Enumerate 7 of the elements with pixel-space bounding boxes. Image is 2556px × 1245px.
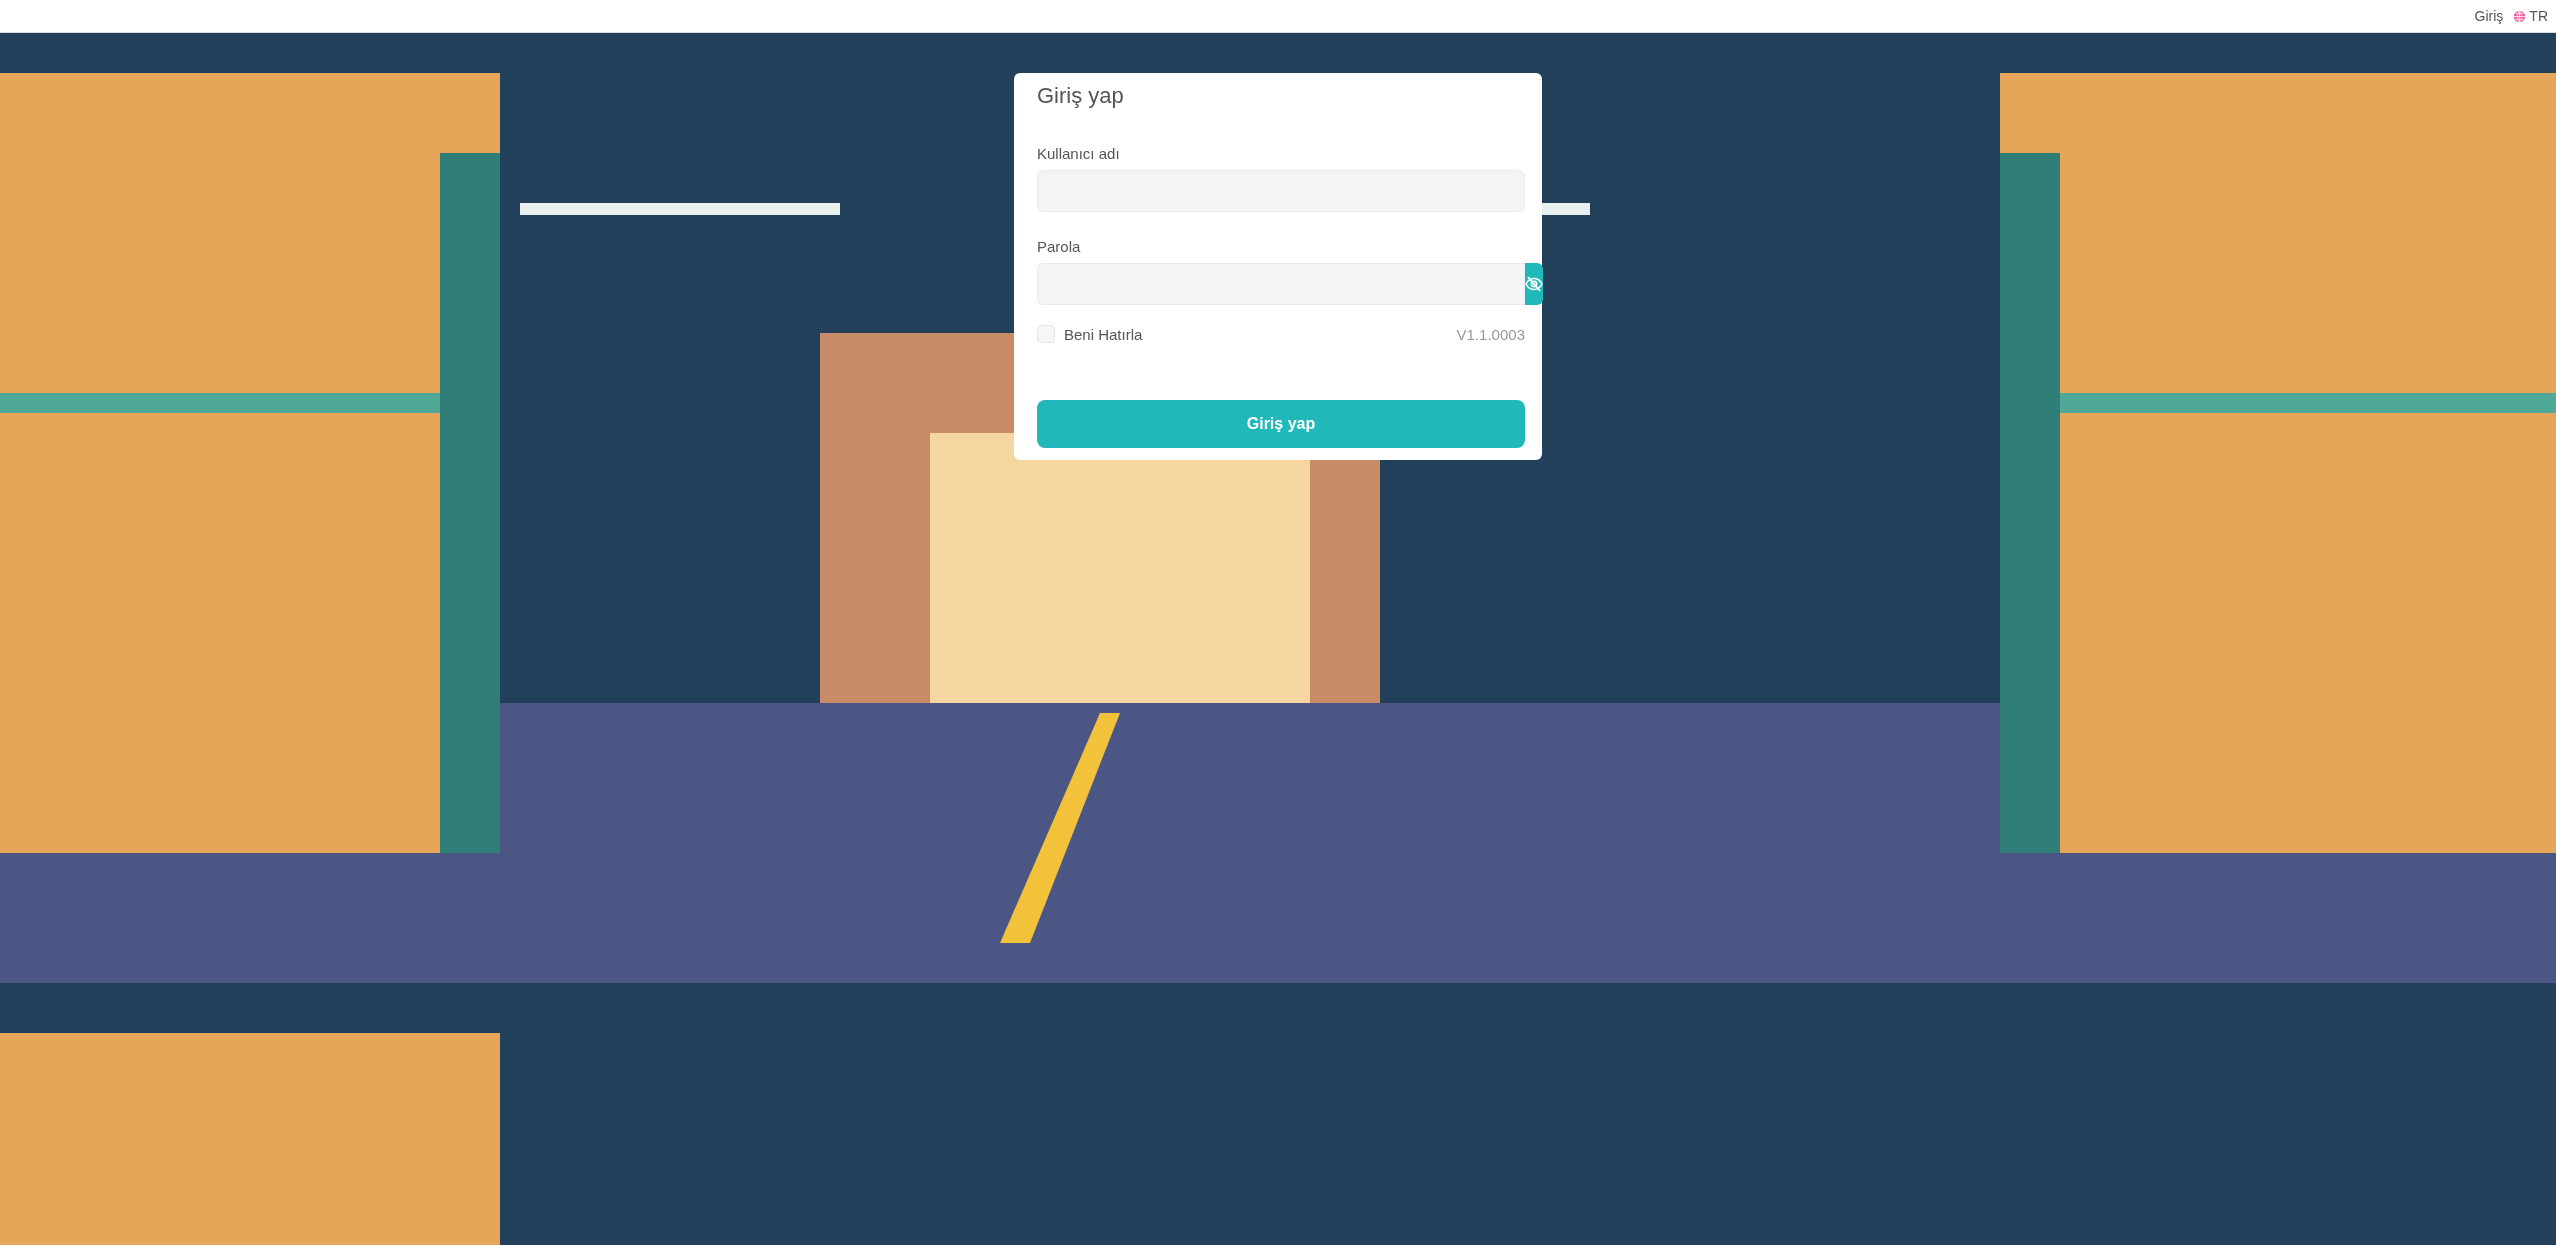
login-link[interactable]: Giriş (2474, 8, 2504, 24)
card-title: Giriş yap (1037, 83, 1125, 109)
language-selector[interactable]: TR (2529, 8, 2548, 24)
field-label: Kullanıcı adı (1037, 145, 1121, 162)
field-label: Parola (1037, 238, 1082, 255)
version-text: V1.1.0003 (1456, 325, 1525, 343)
checkbox-label: Beni Hatırla (1064, 325, 1143, 343)
